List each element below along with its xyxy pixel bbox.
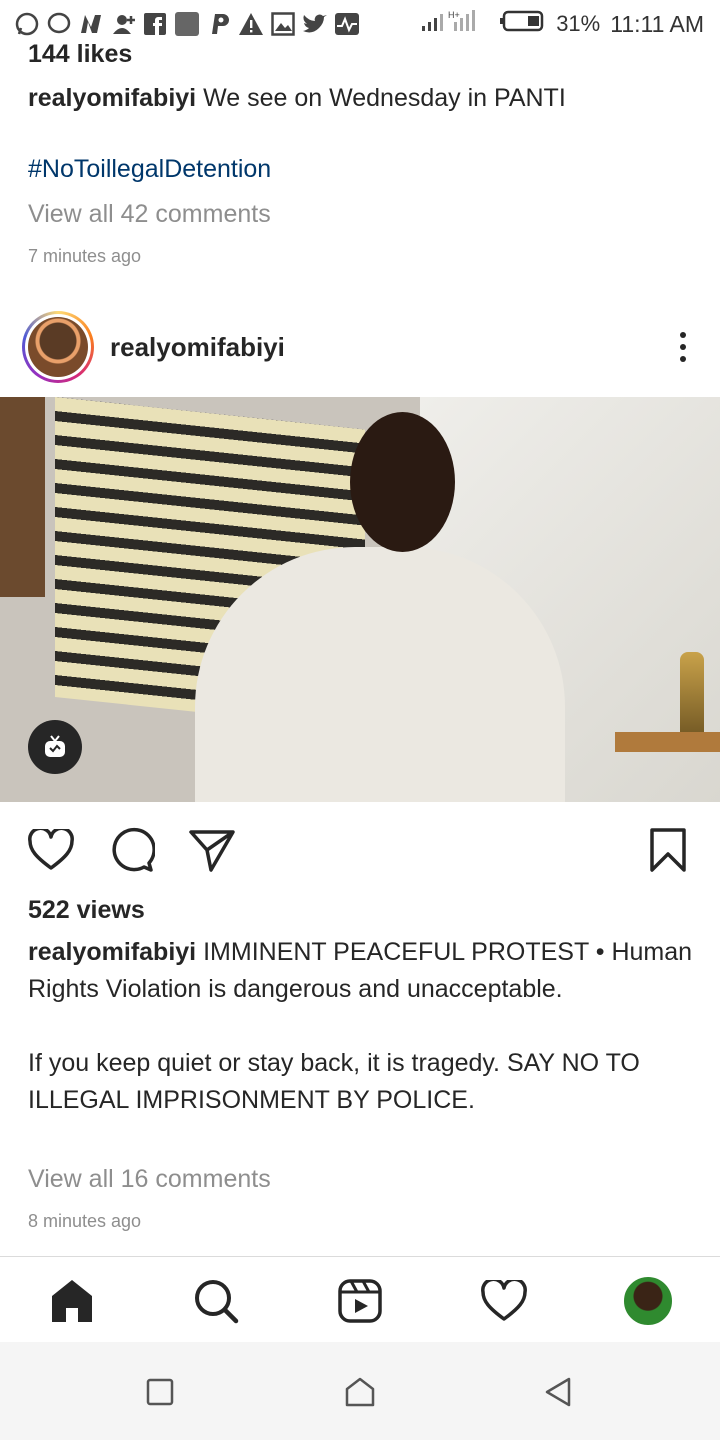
recents-button[interactable] <box>142 1374 178 1410</box>
save-button[interactable] <box>644 826 692 874</box>
messenger-icon <box>46 11 72 37</box>
nav-home[interactable] <box>44 1273 100 1329</box>
post-caption: realyomifabiyi IMMINENT PEACEFUL PROTEST… <box>28 934 698 1119</box>
story-ring[interactable] <box>22 311 94 383</box>
back-triangle-icon <box>545 1377 571 1407</box>
battery-percent: 31% <box>556 11 601 36</box>
facebook-icon <box>142 11 168 37</box>
more-icon-dot <box>680 356 686 362</box>
signal-icon: H+ <box>420 8 490 40</box>
comment-button[interactable] <box>108 826 156 874</box>
heart-icon <box>481 1280 527 1321</box>
hashtag-link[interactable]: #NoToillegalDetention <box>28 155 698 184</box>
post-actions <box>0 818 720 882</box>
post-username[interactable]: realyomifabiyi <box>110 332 285 363</box>
alert-icon <box>238 11 264 37</box>
search-icon <box>195 1280 239 1324</box>
caption-username[interactable]: realyomifabiyi <box>28 84 196 112</box>
post-header: realyomifabiyi <box>0 305 720 389</box>
avatar[interactable] <box>28 317 88 377</box>
bookmark-icon <box>650 828 686 872</box>
home-icon <box>52 1280 92 1322</box>
back-button[interactable] <box>540 1374 576 1410</box>
nairaland-icon <box>78 11 104 37</box>
whatsapp-icon <box>14 11 40 37</box>
twitter-icon <box>302 11 328 37</box>
add-person-icon <box>110 11 136 37</box>
pulse-icon <box>334 11 360 37</box>
home-button[interactable] <box>342 1374 378 1410</box>
nav-search[interactable] <box>188 1273 244 1329</box>
send-icon <box>189 830 235 872</box>
gallery-icon <box>270 11 296 37</box>
caption-text-2: If you keep quiet or stay back, it is tr… <box>28 1049 640 1114</box>
house-outline-icon <box>345 1377 375 1407</box>
post-timestamp: 8 minutes ago <box>28 1211 142 1231</box>
more-options-button[interactable] <box>668 327 698 367</box>
video-trophy <box>680 652 704 742</box>
bottom-navigation <box>0 1256 720 1342</box>
more-icon-dot <box>680 332 686 338</box>
video-desk <box>615 732 720 752</box>
video-person-head <box>350 412 455 552</box>
view-count[interactable]: 522 views <box>28 896 698 925</box>
profile-avatar <box>622 1275 674 1327</box>
heart-icon <box>28 829 74 870</box>
nav-activity[interactable] <box>476 1273 532 1329</box>
system-navigation-bar <box>0 1342 720 1440</box>
previous-post-caption: realyomifabiyi We see on Wednesday in PA… <box>28 82 698 114</box>
square-icon <box>146 1378 174 1406</box>
clock: 11:11 AM <box>610 10 704 37</box>
video-wall-frame <box>0 397 45 597</box>
caption-text: We see on Wednesday in PANTI <box>203 84 566 112</box>
svg-text:H+: H+ <box>448 10 460 20</box>
view-all-comments-link[interactable]: View all 16 comments <box>28 1165 698 1194</box>
igtv-icon[interactable] <box>28 720 82 774</box>
share-button[interactable] <box>188 826 236 874</box>
reels-icon <box>338 1279 382 1323</box>
more-icon-dot <box>680 344 686 350</box>
notification-icons <box>14 11 360 37</box>
battery-icon <box>500 10 546 38</box>
post-timestamp: 7 minutes ago <box>28 246 142 266</box>
caption-username[interactable]: realyomifabiyi <box>28 938 196 966</box>
comment-icon <box>112 827 155 872</box>
like-button[interactable] <box>27 826 75 874</box>
video-person <box>195 547 565 802</box>
post-video[interactable] <box>0 397 720 802</box>
view-all-comments-link[interactable]: View all 42 comments <box>28 200 698 229</box>
nav-profile[interactable] <box>620 1273 676 1329</box>
app-square-icon <box>174 11 200 37</box>
previous-post-likes[interactable]: 144 likes <box>28 40 698 69</box>
nav-reels[interactable] <box>332 1273 388 1329</box>
paypal-icon <box>206 11 232 37</box>
